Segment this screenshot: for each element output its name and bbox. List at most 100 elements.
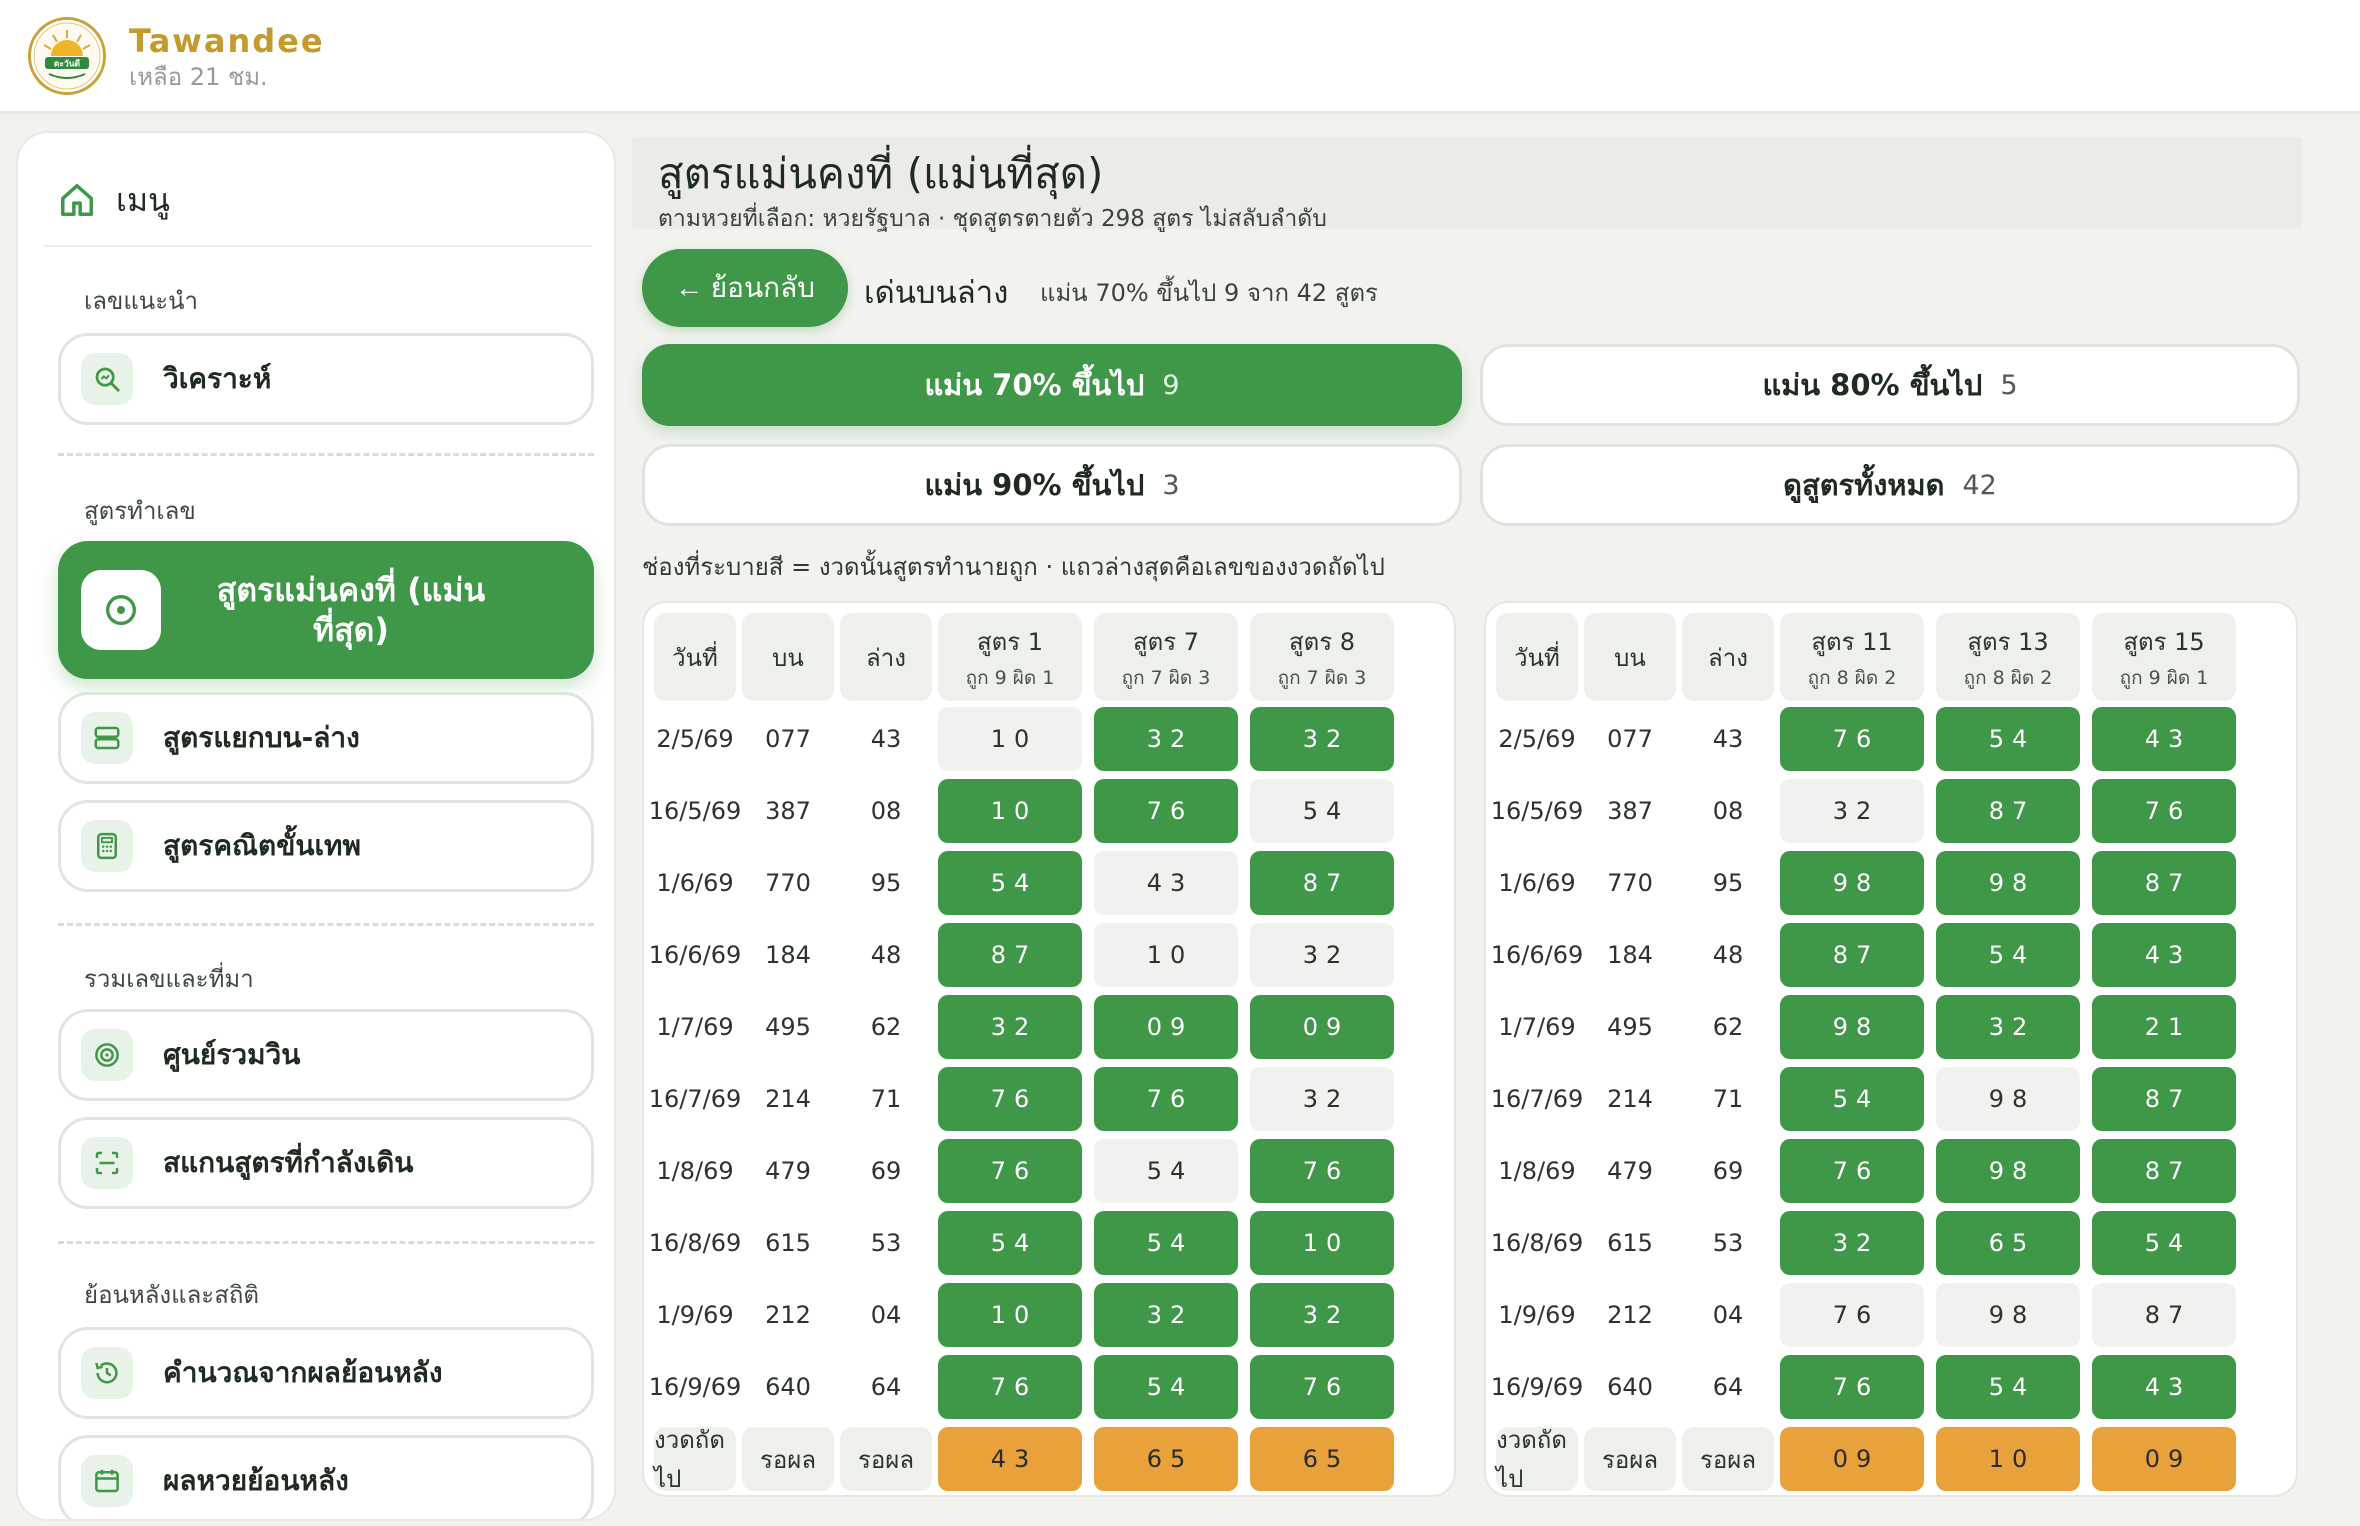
prediction-cell-miss[interactable]: 10 bbox=[1094, 923, 1238, 987]
formula-header[interactable]: สูตร 8 ถูก 7 ผิด 3 bbox=[1250, 613, 1394, 701]
prediction-cell-hit[interactable]: 32 bbox=[1094, 707, 1238, 771]
nav-stable-formula[interactable]: สูตรแม่นคงที่ (แม่นที่สุด) bbox=[58, 541, 594, 679]
filter-70[interactable]: แม่น 70% ขึ้นไป 9 bbox=[642, 344, 1462, 426]
menu-header[interactable]: เมนู bbox=[58, 177, 170, 223]
brand-logo[interactable]: ตะวันดี bbox=[28, 17, 106, 95]
column-header-label: ล่าง bbox=[1708, 643, 1748, 672]
nav-split-formula-label: สูตรแยกบน-ล่าง bbox=[163, 721, 360, 754]
nav-past-results[interactable]: ผลหวยย้อนหลัง bbox=[58, 1435, 594, 1519]
prediction-cell-hit[interactable]: 32 bbox=[1936, 995, 2080, 1059]
prediction-cell-hit[interactable]: 87 bbox=[1936, 779, 2080, 843]
filter-90[interactable]: แม่น 90% ขึ้นไป 3 bbox=[642, 444, 1462, 526]
prediction-cell-miss[interactable]: 87 bbox=[2092, 1283, 2236, 1347]
prediction-cell-hit[interactable]: 43 bbox=[2092, 707, 2236, 771]
top-header: ตะวันดี Tawandee เหลือ 21 ชม. bbox=[0, 0, 2360, 113]
prediction-cell-hit[interactable]: 43 bbox=[2092, 1355, 2236, 1419]
prediction-cell-hit[interactable]: 54 bbox=[2092, 1211, 2236, 1275]
prediction-cell-hit[interactable]: 76 bbox=[938, 1355, 1082, 1419]
nav-scan-formula[interactable]: สแกนสูตรที่กำลังเดิน bbox=[58, 1117, 594, 1209]
row-bottom-number: 95 bbox=[1712, 869, 1744, 897]
prediction-cell-miss[interactable]: 32 bbox=[1250, 923, 1394, 987]
prediction-cell-miss[interactable]: 98 bbox=[1936, 1067, 2080, 1131]
formula-header[interactable]: สูตร 15 ถูก 9 ผิด 1 bbox=[2092, 613, 2236, 701]
prediction-cell-miss[interactable]: 54 bbox=[1094, 1139, 1238, 1203]
filter-80[interactable]: แม่น 80% ขึ้นไป 5 bbox=[1480, 344, 2300, 426]
nav-analyze[interactable]: วิเคราะห์ bbox=[58, 333, 594, 425]
next-prediction-cell[interactable]: 09 bbox=[1780, 1427, 1924, 1491]
prediction-cell-hit[interactable]: 87 bbox=[1250, 851, 1394, 915]
prediction-cell-miss[interactable]: 98 bbox=[1936, 1283, 2080, 1347]
next-prediction-cell[interactable]: 10 bbox=[1936, 1427, 2080, 1491]
filter-all[interactable]: ดูสูตรทั้งหมด 42 bbox=[1480, 444, 2300, 526]
section-title-sources: รวมเลขและที่มา bbox=[84, 965, 254, 993]
prediction-cell-hit[interactable]: 76 bbox=[1780, 1139, 1924, 1203]
formula-header[interactable]: สูตร 7 ถูก 7 ผิด 3 bbox=[1094, 613, 1238, 701]
nav-split-formula[interactable]: สูตรแยกบน-ล่าง bbox=[58, 692, 594, 784]
prediction-cell-hit[interactable]: 54 bbox=[938, 1211, 1082, 1275]
prediction-cell-hit[interactable]: 32 bbox=[1250, 1283, 1394, 1347]
prediction-cell-hit[interactable]: 98 bbox=[1780, 851, 1924, 915]
next-prediction-cell[interactable]: 65 bbox=[1250, 1427, 1394, 1491]
prediction-cell-hit[interactable]: 76 bbox=[1094, 779, 1238, 843]
prediction-cell-hit[interactable]: 32 bbox=[1780, 1211, 1924, 1275]
prediction-cell-hit[interactable]: 10 bbox=[938, 779, 1082, 843]
prediction-cell-hit[interactable]: 32 bbox=[938, 995, 1082, 1059]
formula-header[interactable]: สูตร 11 ถูก 8 ผิด 2 bbox=[1780, 613, 1924, 701]
row-bottom-number: 69 bbox=[1712, 1157, 1744, 1185]
prediction-cell-hit[interactable]: 87 bbox=[2092, 1139, 2236, 1203]
next-prediction-cell[interactable]: 65 bbox=[1094, 1427, 1238, 1491]
prediction-cell-hit[interactable]: 87 bbox=[1780, 923, 1924, 987]
prediction-cell-miss[interactable]: 54 bbox=[1250, 779, 1394, 843]
prediction-cell-hit[interactable]: 76 bbox=[1250, 1139, 1394, 1203]
prediction-cell-hit[interactable]: 76 bbox=[1094, 1067, 1238, 1131]
prediction-cell-hit[interactable]: 54 bbox=[1936, 923, 2080, 987]
prediction-cell-miss[interactable]: 43 bbox=[1094, 851, 1238, 915]
next-prediction-cell[interactable]: 43 bbox=[938, 1427, 1082, 1491]
next-prediction-cell[interactable]: 09 bbox=[2092, 1427, 2236, 1491]
prediction-cell-hit[interactable]: 98 bbox=[1780, 995, 1924, 1059]
filter-count: 3 bbox=[1162, 469, 1180, 501]
prediction-cell-hit[interactable]: 09 bbox=[1250, 995, 1394, 1059]
prediction-cell-hit[interactable]: 10 bbox=[1250, 1211, 1394, 1275]
prediction-cell-hit[interactable]: 21 bbox=[2092, 995, 2236, 1059]
prediction-cell-miss[interactable]: 32 bbox=[1250, 1067, 1394, 1131]
nav-math-formula[interactable]: สูตรคณิตขั้นเทพ bbox=[58, 800, 594, 892]
formula-header[interactable]: สูตร 1 ถูก 9 ผิด 1 bbox=[938, 613, 1082, 701]
prediction-cell-hit[interactable]: 43 bbox=[2092, 923, 2236, 987]
prediction-cell-hit[interactable]: 54 bbox=[1094, 1355, 1238, 1419]
prediction-cell-hit[interactable]: 10 bbox=[938, 1283, 1082, 1347]
calendar-icon bbox=[95, 1469, 119, 1493]
prediction-cell-hit[interactable]: 76 bbox=[938, 1067, 1082, 1131]
formula-header[interactable]: สูตร 13 ถูก 8 ผิด 2 bbox=[1936, 613, 2080, 701]
prediction-cell-miss[interactable]: 76 bbox=[1780, 1283, 1924, 1347]
prediction-cell-hit[interactable]: 76 bbox=[1780, 1355, 1924, 1419]
prediction-cell-hit[interactable]: 09 bbox=[1094, 995, 1238, 1059]
nav-win-center[interactable]: ศูนย์รวมวิน bbox=[58, 1009, 594, 1101]
prediction-cell-hit[interactable]: 32 bbox=[1250, 707, 1394, 771]
target-icon bbox=[106, 595, 136, 625]
prediction-cell-hit[interactable]: 76 bbox=[1780, 707, 1924, 771]
nav-history-calc[interactable]: คำนวณจากผลย้อนหลัง bbox=[58, 1327, 594, 1419]
formula-name: สูตร 7 bbox=[1132, 627, 1200, 656]
prediction-cell-hit[interactable]: 76 bbox=[1250, 1355, 1394, 1419]
prediction-cell-hit[interactable]: 54 bbox=[1780, 1067, 1924, 1131]
prediction-cell-hit[interactable]: 65 bbox=[1936, 1211, 2080, 1275]
prediction-cell-hit[interactable]: 87 bbox=[2092, 851, 2236, 915]
column-header: วันที่ bbox=[654, 613, 736, 701]
prediction-cell-hit[interactable]: 54 bbox=[1094, 1211, 1238, 1275]
prediction-cell-hit[interactable]: 32 bbox=[1094, 1283, 1238, 1347]
prediction-cell-hit[interactable]: 54 bbox=[1936, 707, 2080, 771]
prediction-cell-hit[interactable]: 87 bbox=[2092, 1067, 2236, 1131]
prediction-cell-hit[interactable]: 76 bbox=[2092, 779, 2236, 843]
back-button[interactable]: ← ย้อนกลับ bbox=[642, 249, 848, 327]
prediction-cell-hit[interactable]: 98 bbox=[1936, 1139, 2080, 1203]
prediction-cell-miss[interactable]: 10 bbox=[938, 707, 1082, 771]
prediction-cell-hit[interactable]: 76 bbox=[938, 1139, 1082, 1203]
prediction-cell-hit[interactable]: 98 bbox=[1936, 851, 2080, 915]
prediction-cell-hit[interactable]: 87 bbox=[938, 923, 1082, 987]
pending-top: รอผล bbox=[1584, 1427, 1676, 1491]
main-content: สูตรแม่นคงที่ (แม่นที่สุด) ตามหวยที่เลือ… bbox=[616, 131, 2344, 1521]
prediction-cell-hit[interactable]: 54 bbox=[1936, 1355, 2080, 1419]
prediction-cell-miss[interactable]: 32 bbox=[1780, 779, 1924, 843]
prediction-cell-hit[interactable]: 54 bbox=[938, 851, 1082, 915]
